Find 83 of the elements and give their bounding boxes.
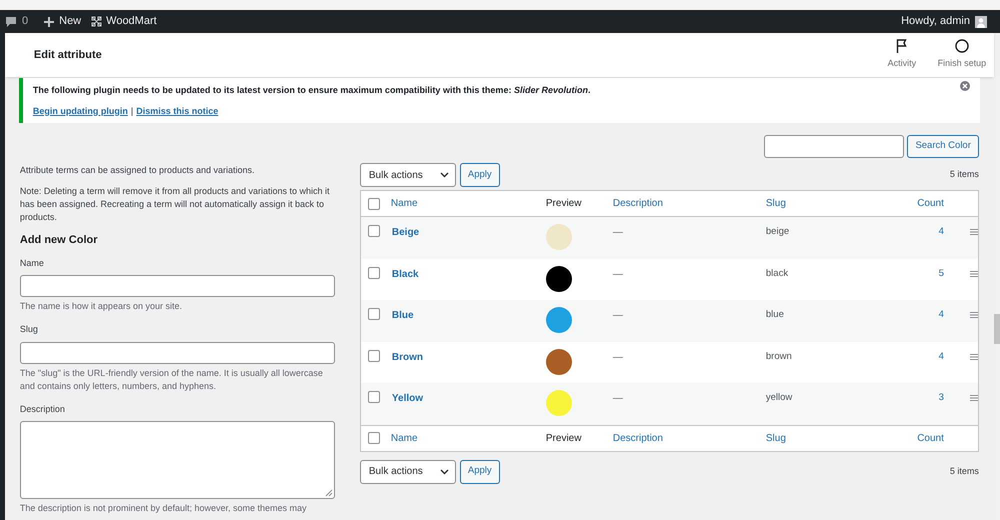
column-header[interactable]: Count bbox=[896, 196, 944, 211]
column-header[interactable]: Name bbox=[390, 430, 546, 446]
description-cell-text: — bbox=[612, 268, 624, 282]
column-header: Preview bbox=[546, 432, 582, 446]
column-header[interactable]: Description bbox=[612, 196, 766, 211]
greeting-link[interactable]: Howdy, admin bbox=[901, 13, 970, 30]
slug-cell-text: blue bbox=[766, 308, 785, 322]
count-link[interactable]: 4 bbox=[896, 350, 944, 364]
notice-link[interactable]: Begin updating plugin bbox=[32, 104, 128, 118]
column-header[interactable]: Count bbox=[896, 430, 944, 446]
count-link[interactable]: 4 bbox=[896, 225, 944, 240]
text-field[interactable] bbox=[20, 342, 335, 364]
drag-handle-icon[interactable] bbox=[970, 229, 978, 235]
circle-icon bbox=[954, 39, 969, 54]
comment-count[interactable]: 0 bbox=[22, 13, 28, 30]
field-label: Name bbox=[20, 256, 45, 270]
column-header[interactable]: Name bbox=[390, 196, 546, 211]
drag-handle-icon[interactable] bbox=[970, 354, 978, 360]
link-separator: | bbox=[130, 104, 134, 118]
new-link[interactable]: New bbox=[59, 13, 82, 30]
flag-icon bbox=[896, 39, 908, 54]
page-title: Edit attribute bbox=[34, 48, 102, 63]
count-link[interactable]: 5 bbox=[896, 266, 944, 281]
count-link[interactable]: 4 bbox=[896, 308, 944, 322]
description-cell-text: — bbox=[612, 392, 624, 406]
field-label: Slug bbox=[20, 323, 39, 336]
resize-handle-icon[interactable] bbox=[324, 489, 333, 497]
checkbox[interactable] bbox=[368, 266, 380, 278]
term-name-link[interactable]: Black bbox=[390, 266, 546, 282]
checkbox[interactable] bbox=[368, 225, 380, 237]
term-name-link[interactable]: Yellow bbox=[390, 391, 546, 406]
drag-handle-icon[interactable] bbox=[970, 312, 978, 318]
item-count: 5 items bbox=[950, 464, 979, 478]
notice-link[interactable]: Dismiss this notice bbox=[136, 104, 218, 118]
description-cell-text: — bbox=[612, 226, 624, 240]
site-logo-icon[interactable] bbox=[91, 16, 102, 27]
help-text: The name is how it appears on your site. bbox=[20, 300, 183, 313]
help-text: The "slug" is the URL-friendly version of the name. It is usually all lowercase and contains only letters, numbers, and hyphens. bbox=[20, 366, 324, 392]
site-name-link[interactable]: WoodMart bbox=[106, 13, 157, 30]
bulk-actions-dropdown[interactable]: Bulk actions bbox=[360, 460, 456, 484]
column-header: Preview bbox=[546, 197, 582, 211]
column-header[interactable]: Slug bbox=[766, 430, 896, 446]
checkbox[interactable] bbox=[368, 432, 380, 444]
notice-message: The following plugin needs to be updated to its latest version to ensure maximum compatibility with this theme: Slider Revolution. bbox=[32, 84, 590, 97]
help-text: The description is not prominent by default; however, some themes may bbox=[20, 502, 308, 515]
apply-button[interactable]: Apply bbox=[460, 460, 500, 484]
slug-cell-text: yellow bbox=[766, 391, 794, 405]
checkbox[interactable] bbox=[368, 308, 380, 320]
checkbox[interactable] bbox=[368, 391, 380, 403]
bulk-actions-dropdown[interactable]: Bulk actions bbox=[360, 163, 456, 187]
note-text: Note: Deleting a term will remove it from all products and variations to which it has been assigned. Recreating a term will not automatically assign it back to products. bbox=[20, 185, 331, 224]
header-action[interactable]: Activity bbox=[872, 39, 932, 71]
slug-cell-text: beige bbox=[766, 225, 790, 239]
checkbox[interactable] bbox=[368, 198, 380, 210]
chevron-down-icon bbox=[440, 172, 449, 178]
text-field[interactable] bbox=[20, 275, 335, 297]
field-label: Description bbox=[20, 402, 66, 416]
dismiss-icon[interactable] bbox=[960, 81, 970, 91]
description-cell-text: — bbox=[612, 350, 624, 364]
drag-handle-icon[interactable] bbox=[970, 395, 978, 401]
column-header[interactable]: Slug bbox=[766, 196, 896, 211]
term-name-link[interactable]: Blue bbox=[390, 308, 546, 323]
description-cell-text: — bbox=[612, 309, 624, 323]
item-count: 5 items bbox=[950, 168, 979, 182]
chevron-down-icon bbox=[440, 468, 449, 474]
checkbox[interactable] bbox=[368, 350, 380, 362]
count-link[interactable]: 3 bbox=[896, 391, 944, 406]
apply-button[interactable]: Apply bbox=[460, 163, 500, 187]
drag-handle-icon[interactable] bbox=[970, 270, 978, 276]
column-header[interactable]: Description bbox=[612, 430, 766, 446]
form-heading: Add new Color bbox=[20, 233, 98, 248]
header-action[interactable]: Finish setup bbox=[932, 39, 992, 71]
slug-cell-text: black bbox=[766, 266, 790, 280]
avatar-icon[interactable] bbox=[975, 16, 987, 28]
description-field[interactable] bbox=[20, 421, 335, 499]
search-button[interactable]: Search Color bbox=[907, 135, 979, 158]
term-name-link[interactable]: Brown bbox=[390, 350, 546, 364]
search-field[interactable] bbox=[764, 135, 904, 158]
comment-icon[interactable] bbox=[5, 16, 17, 27]
slug-cell-text: brown bbox=[766, 350, 793, 364]
intro-text: Attribute terms can be assigned to products and variations. bbox=[20, 164, 256, 177]
plus-icon[interactable] bbox=[44, 16, 54, 26]
term-name-link[interactable]: Beige bbox=[390, 225, 546, 240]
